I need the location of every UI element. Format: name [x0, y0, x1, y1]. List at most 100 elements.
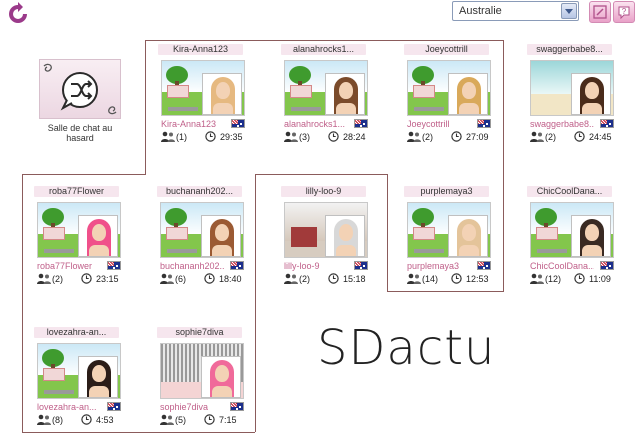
room-name[interactable]: roba77Flower: [34, 186, 119, 197]
elapsed-time: 4:53: [96, 415, 114, 425]
host-name-link[interactable]: swaggerbabe8...: [530, 119, 594, 129]
random-chat-label-line2: hasard: [66, 133, 94, 143]
host-name-link[interactable]: Kira-Anna123: [161, 119, 225, 129]
users-icon: [530, 273, 544, 284]
australia-flag-icon: [230, 402, 244, 411]
elapsed-time: 7:15: [219, 415, 237, 425]
random-chat-label-line1: Salle de chat au: [47, 123, 113, 133]
host-avatar: [448, 215, 488, 257]
australia-flag-icon: [107, 261, 121, 270]
host-name-link[interactable]: purplemaya3: [407, 261, 471, 271]
elapsed-time: 18:40: [219, 274, 242, 284]
clock-icon: [574, 131, 585, 142]
edit-button[interactable]: [589, 1, 611, 23]
room-thumbnail[interactable]: [530, 202, 614, 258]
region-select[interactable]: Australie: [452, 1, 579, 21]
room-card[interactable]: buchananh202... buchananh202... (6) 18:4…: [150, 186, 250, 285]
clock-icon: [451, 131, 462, 142]
room-thumbnail[interactable]: [37, 202, 121, 258]
room-thumbnail[interactable]: [37, 343, 121, 399]
host-name-link[interactable]: lilly-loo-9: [284, 261, 348, 271]
room-thumbnail[interactable]: [160, 343, 244, 399]
room-thumbnail[interactable]: [160, 202, 244, 258]
room-thumbnail[interactable]: [530, 60, 614, 116]
participant-count: (5): [175, 415, 186, 425]
chevron-down-icon[interactable]: [561, 3, 577, 19]
room-name[interactable]: Kira-Anna123: [158, 44, 243, 55]
host-name-link[interactable]: alanahrocks1...: [284, 119, 348, 129]
host-name-link[interactable]: Joeycottrill: [407, 119, 471, 129]
room-card[interactable]: Joeycottrill Joeycottrill (2) 27:09: [397, 44, 497, 143]
group-outline-mid-left: [22, 174, 146, 175]
elapsed-time: 29:35: [220, 132, 243, 142]
participant-count: (6): [175, 274, 186, 284]
random-chat-room-card[interactable]: Salle de chat au hasard: [34, 59, 126, 143]
room-name[interactable]: ChicCoolDana...: [527, 186, 612, 197]
room-thumbnail[interactable]: [407, 60, 491, 116]
australia-flag-icon: [231, 119, 245, 128]
host-name-link[interactable]: sophie7diva: [160, 402, 224, 412]
users-icon: [284, 273, 298, 284]
room-card[interactable]: ChicCoolDana... ChicCoolDana... (12) 11:…: [520, 186, 620, 285]
top-bar: Australie ?: [0, 0, 640, 28]
host-name-link[interactable]: ChicCoolDana...: [530, 261, 594, 271]
users-icon: [530, 131, 544, 142]
room-name[interactable]: lovezahra-an...: [34, 327, 119, 338]
clock-icon: [205, 131, 216, 142]
random-chat-tile[interactable]: [39, 59, 121, 119]
participant-count: (2): [422, 132, 433, 142]
room-name[interactable]: Joeycottrill: [404, 44, 489, 55]
group-outline-left-upper: [145, 40, 146, 174]
clock-icon: [204, 273, 215, 284]
participant-count: (2): [545, 132, 556, 142]
australia-flag-icon: [477, 261, 491, 270]
australia-flag-icon: [477, 119, 491, 128]
room-card[interactable]: swaggerbabe8... swaggerbabe8... (2) 24:4…: [520, 44, 620, 143]
participant-count: (14): [422, 274, 439, 284]
australia-flag-icon: [354, 261, 368, 270]
room-card[interactable]: lovezahra-an... lovezahra-an... (8) 4:53: [27, 327, 127, 426]
refresh-back-icon[interactable]: [6, 2, 30, 26]
room-thumbnail[interactable]: [284, 60, 368, 116]
australia-flag-icon: [354, 119, 368, 128]
elapsed-time: 27:09: [466, 132, 489, 142]
room-name[interactable]: alanahrocks1...: [281, 44, 366, 55]
room-name[interactable]: swaggerbabe8...: [527, 44, 612, 55]
participant-count: (8): [52, 415, 63, 425]
participant-count: (1): [176, 132, 187, 142]
participant-count: (12): [545, 274, 562, 284]
host-name-link[interactable]: lovezahra-an...: [37, 402, 101, 412]
room-card[interactable]: Kira-Anna123 Kira-Anna123 (1) 29:35: [151, 44, 251, 143]
group-outline-bottom: [22, 432, 255, 433]
host-name-link[interactable]: buchananh202...: [160, 261, 224, 271]
group-outline-inner-left: [255, 174, 256, 432]
elapsed-time: 24:45: [589, 132, 612, 142]
room-card[interactable]: sophie7diva sophie7diva (5) 7:15: [150, 327, 250, 426]
room-card[interactable]: purplemaya3 purplemaya3 (14) 12:53: [397, 186, 497, 285]
participant-count: (3): [299, 132, 310, 142]
region-select-value: Australie: [459, 5, 502, 17]
host-avatar: [78, 356, 118, 398]
users-icon: [407, 131, 421, 142]
users-icon: [161, 131, 175, 142]
watermark-text: SDactu: [317, 320, 496, 376]
help-button[interactable]: ?: [613, 1, 635, 23]
clock-icon: [451, 273, 462, 284]
room-name[interactable]: buchananh202...: [157, 186, 242, 197]
clock-icon: [328, 131, 339, 142]
users-icon: [407, 273, 421, 284]
room-thumbnail[interactable]: [407, 202, 491, 258]
room-name[interactable]: sophie7diva: [157, 327, 242, 338]
room-card[interactable]: roba77Flower roba77Flower (2) 23:15: [27, 186, 127, 285]
room-name[interactable]: lilly-loo-9: [281, 186, 366, 197]
host-name-link[interactable]: roba77Flower: [37, 261, 101, 271]
room-name[interactable]: purplemaya3: [404, 186, 489, 197]
elapsed-time: 23:15: [96, 274, 119, 284]
room-thumbnail[interactable]: [161, 60, 245, 116]
room-thumbnail[interactable]: [284, 202, 368, 258]
group-outline-right: [503, 40, 504, 292]
clock-icon: [81, 414, 92, 425]
room-card[interactable]: lilly-loo-9 lilly-loo-9 (2) 15:18: [274, 186, 374, 285]
room-card[interactable]: alanahrocks1... alanahrocks1... (3) 28:2…: [274, 44, 374, 143]
australia-flag-icon: [230, 261, 244, 270]
